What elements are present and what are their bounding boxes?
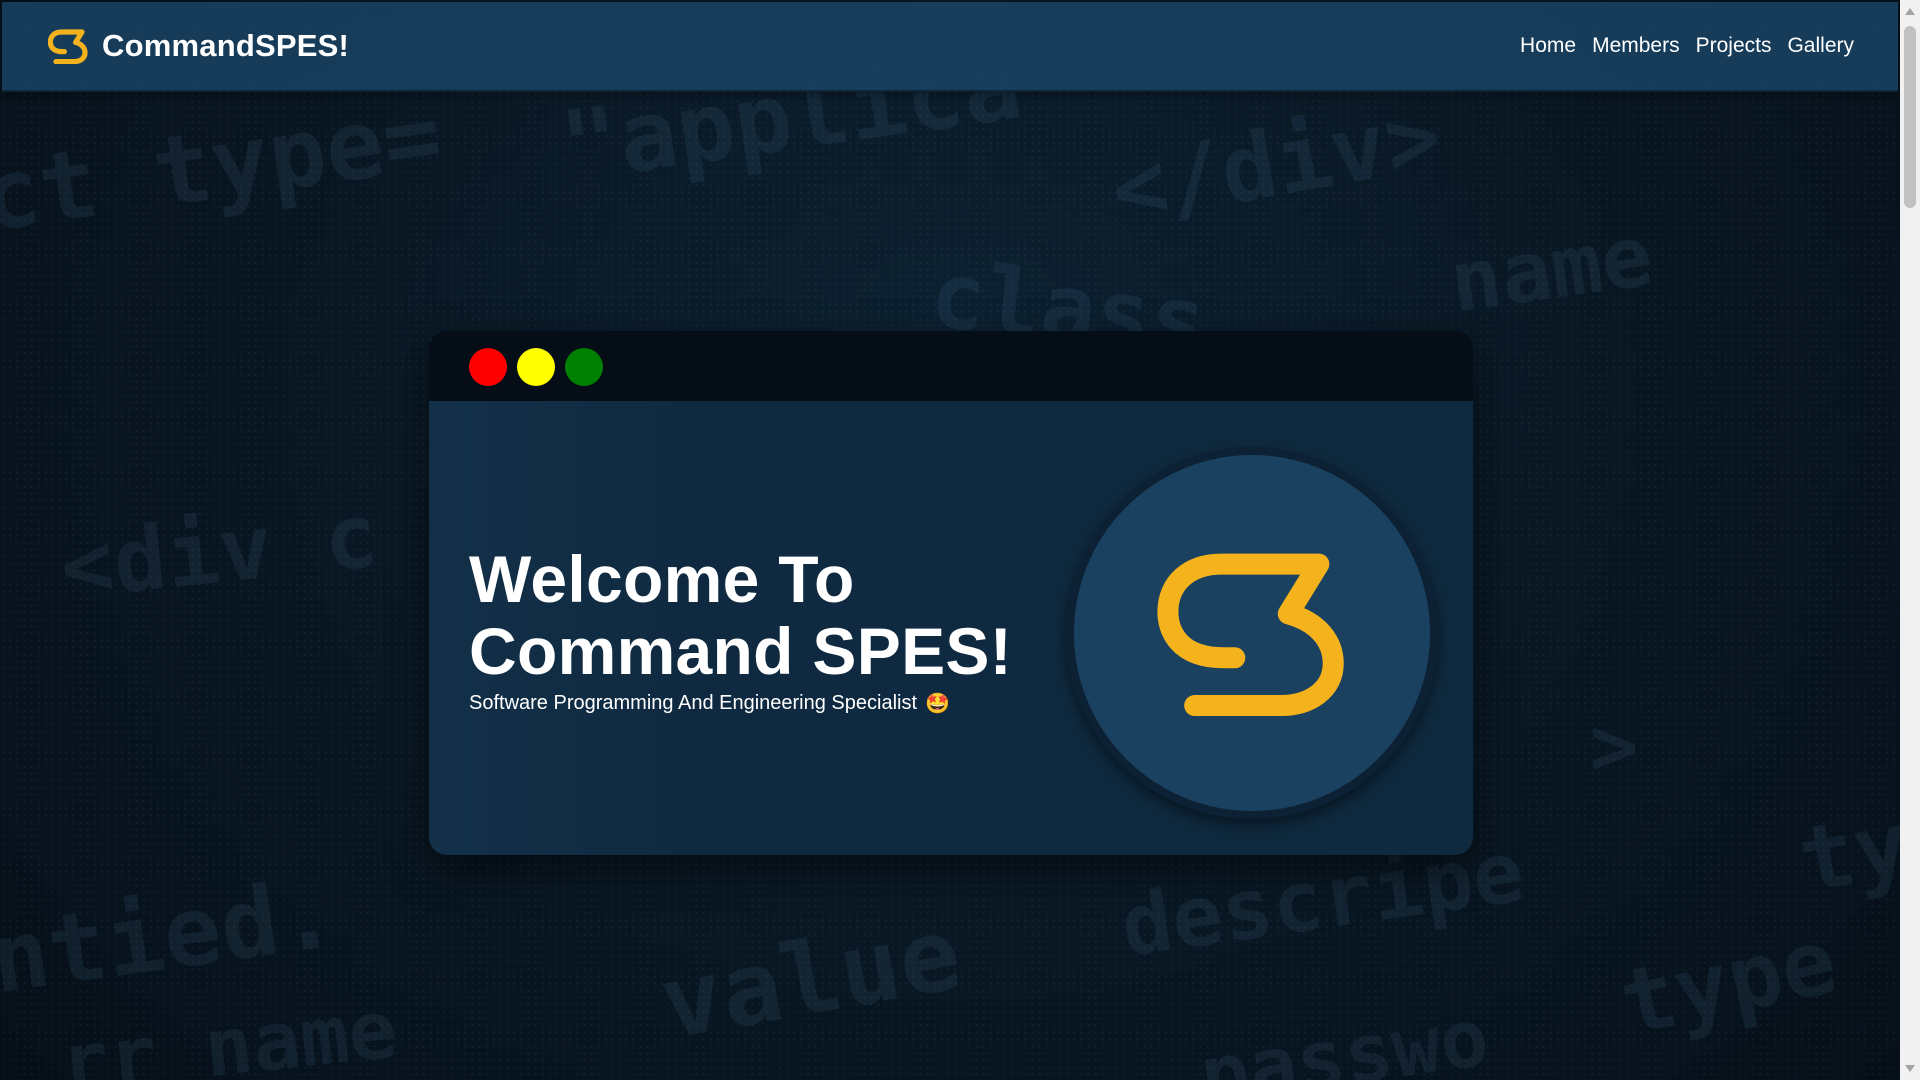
hero-title-line1: Welcome To — [469, 542, 855, 616]
background-code-snippet: > — [1590, 700, 1639, 793]
background-code-snippet: <div c — [55, 483, 383, 620]
background-code-snippet: </div> — [1103, 81, 1450, 246]
background-code-snippet: ntied. — [0, 856, 343, 1016]
navbar: CommandSPES! Home Members Projects Galle… — [2, 2, 1898, 92]
hero-window: Welcome To Command SPES! Software Progra… — [429, 331, 1473, 855]
background-code-snippet: type — [1611, 908, 1846, 1057]
nav-links: Home Members Projects Gallery — [1520, 34, 1854, 58]
scroll-thumb[interactable] — [1904, 26, 1916, 208]
s-logo-icon — [1149, 545, 1355, 722]
nav-link-members[interactable]: Members — [1592, 34, 1680, 58]
window-maximize-dot[interactable] — [565, 348, 603, 386]
s-logo-icon — [48, 28, 88, 64]
window-close-dot[interactable] — [469, 348, 507, 386]
scroll-up-icon[interactable] — [1905, 8, 1915, 15]
background-code-snippet: ty — [1791, 791, 1917, 914]
scroll-down-icon[interactable] — [1905, 1065, 1915, 1072]
window-minimize-dot[interactable] — [517, 348, 555, 386]
nav-link-projects[interactable]: Projects — [1696, 34, 1772, 58]
nav-link-gallery[interactable]: Gallery — [1787, 34, 1854, 58]
background-code-snippet: ct type= — [0, 78, 448, 254]
hero-title-line2: Command SPES! — [469, 614, 1012, 688]
nav-link-home[interactable]: Home — [1520, 34, 1576, 58]
hero-text: Welcome To Command SPES! Software Progra… — [469, 543, 1049, 716]
background-code-snippet: rr name — [56, 982, 402, 1080]
brand-link[interactable]: CommandSPES! — [48, 28, 349, 64]
page: ct type= "applica </div> class <div c nt… — [0, 0, 1920, 1080]
background-code-snippet: name — [1444, 206, 1659, 332]
window-body: Welcome To Command SPES! Software Progra… — [429, 401, 1473, 855]
star-struck-emoji: 🤩 — [925, 693, 950, 715]
hero-title: Welcome To Command SPES! — [469, 543, 1049, 687]
hero-logo-circle — [1066, 447, 1438, 819]
background-code-snippet: value — [652, 894, 969, 1063]
window-titlebar — [429, 331, 1473, 401]
background-code-snippet: passwo — [1194, 990, 1495, 1080]
page-scrollbar[interactable] — [1900, 0, 1920, 1080]
hero-subtitle: Software Programming And Engineering Spe… — [469, 691, 1049, 716]
brand-name: CommandSPES! — [102, 28, 349, 63]
hero-subtitle-text: Software Programming And Engineering Spe… — [469, 692, 918, 714]
